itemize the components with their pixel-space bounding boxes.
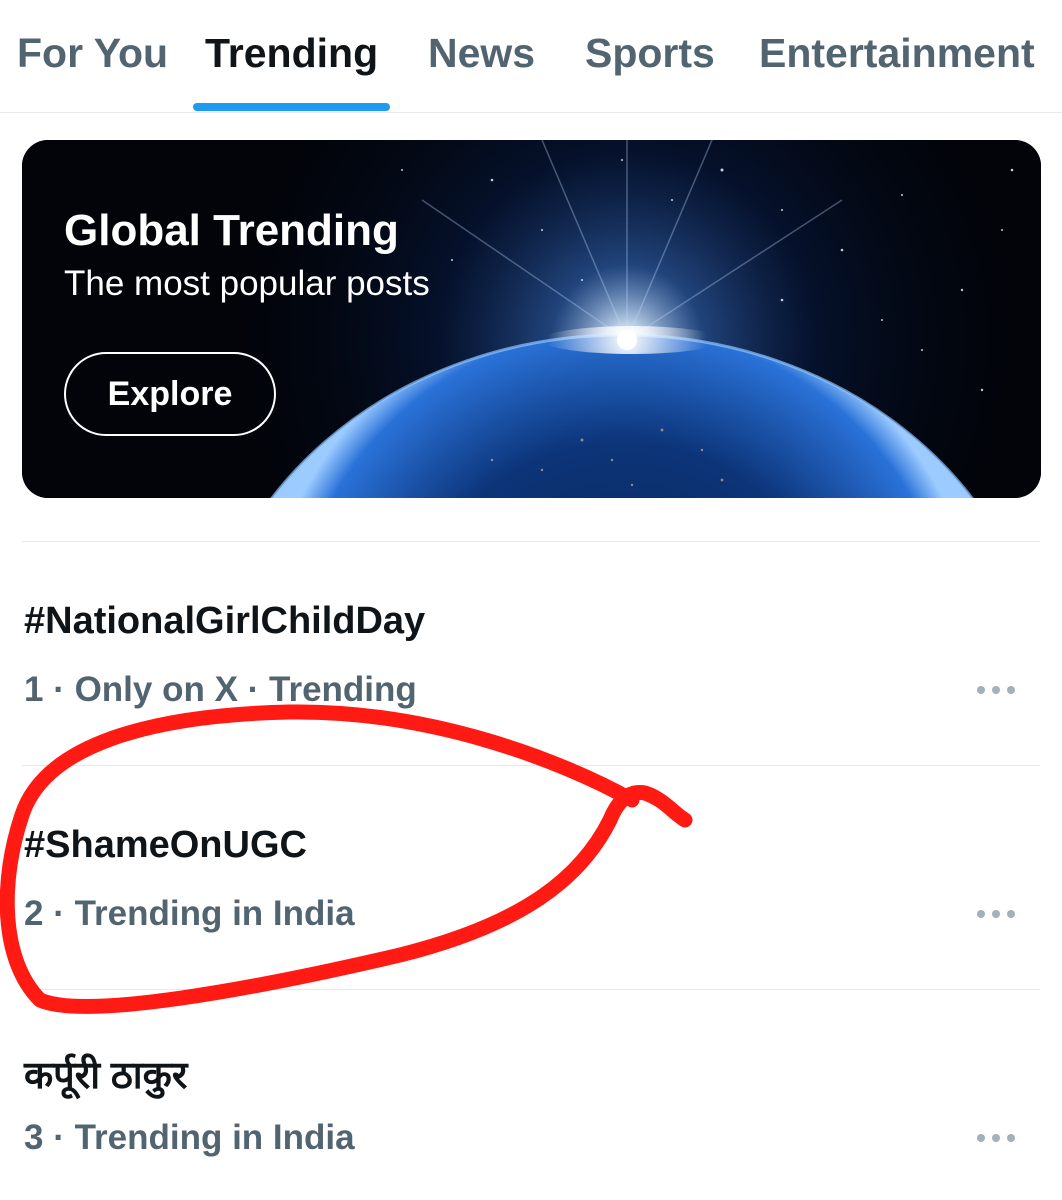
explore-button[interactable]: Explore xyxy=(64,352,276,436)
active-tab-indicator xyxy=(193,103,390,111)
more-horizontal-icon[interactable] xyxy=(972,680,1020,700)
earth-horizon-image xyxy=(22,140,1041,498)
trend-item-2[interactable]: #ShameOnUGC 2 · Trending in India xyxy=(0,766,1062,966)
tab-sports[interactable]: Sports xyxy=(585,30,715,77)
trend-name: कर्पूरी ठाकुर xyxy=(24,1055,188,1097)
trend-meta: 2 · Trending in India xyxy=(24,894,355,933)
trend-name: #NationalGirlChildDay xyxy=(24,600,426,642)
banner-subtitle: The most popular posts xyxy=(64,264,430,303)
trend-item-3[interactable]: कर्पूरी ठाकुर 3 · Trending in India xyxy=(0,990,1062,1190)
explore-page: For You Trending News Sports Entertainme… xyxy=(0,0,1062,1200)
tab-for-you[interactable]: For You xyxy=(17,30,168,77)
more-horizontal-icon[interactable] xyxy=(972,904,1020,924)
trend-item-1[interactable]: #NationalGirlChildDay 1 · Only on X · Tr… xyxy=(0,542,1062,742)
tab-bar: For You Trending News Sports Entertainme… xyxy=(0,0,1062,113)
tab-entertainment[interactable]: Entertainment xyxy=(759,30,1035,77)
tab-news[interactable]: News xyxy=(428,30,535,77)
global-trending-banner[interactable]: Global Trending The most popular posts E… xyxy=(22,140,1041,498)
trend-name: #ShameOnUGC xyxy=(24,824,307,866)
trend-meta: 1 · Only on X · Trending xyxy=(24,670,417,709)
banner-title: Global Trending xyxy=(64,206,399,255)
trend-meta: 3 · Trending in India xyxy=(24,1118,355,1157)
more-horizontal-icon[interactable] xyxy=(972,1128,1020,1148)
tab-trending[interactable]: Trending xyxy=(205,30,378,77)
